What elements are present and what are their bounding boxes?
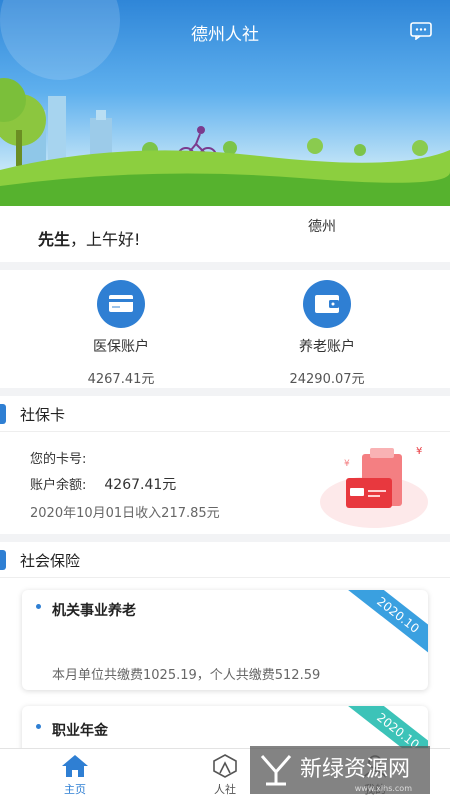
home-icon (62, 755, 88, 777)
watermark: 新绿资源网 www.xlhs.com (250, 746, 430, 794)
tab-label: 人社 (214, 783, 236, 796)
balance-label: 账户余额: (30, 478, 87, 493)
medical-account[interactable]: 医保账户 4267.41元 (46, 280, 196, 387)
pension-account-label: 养老账户 (299, 339, 355, 355)
section-header: 社保卡 (0, 396, 450, 432)
insurance-item-detail: 本月单位共缴费1025.19，个人共缴费512.59 (52, 668, 321, 683)
message-icon[interactable] (410, 22, 432, 40)
accounts-panel: 医保账户 4267.41元 养老账户 24290.07元 (0, 270, 450, 388)
section-title: 社会保险 (20, 552, 81, 570)
city-label[interactable]: 德州 (308, 216, 336, 236)
insurance-item-name: 职业年金 (52, 723, 108, 739)
balance-value: 4267.41元 (104, 477, 177, 493)
greeting: 先生，上午好! (38, 226, 140, 250)
tab-home[interactable]: 主页 (30, 753, 120, 797)
section-accent-bar (0, 550, 6, 570)
income-note: 2020年10月01日收入217.85元 (30, 506, 220, 521)
card-icon (97, 280, 145, 328)
medical-account-value: 4267.41元 (87, 372, 155, 387)
greeting-text: ，上午好! (70, 230, 141, 249)
social-card-section[interactable]: 社保卡 您的卡号: 账户余额: 4267.41元 2020年10月01日收入217… (0, 396, 450, 534)
section-header: 社会保险 (0, 542, 450, 578)
pension-account[interactable]: 养老账户 24290.07元 (252, 280, 402, 387)
watermark-sub: www.xlhs.com (354, 784, 412, 793)
medical-account-label: 医保账户 (93, 339, 149, 355)
section-title: 社保卡 (20, 406, 66, 424)
bullet-dot-icon (36, 724, 41, 729)
wallet-icon (303, 280, 351, 328)
insurance-item[interactable]: 机关事业养老 本月单位共缴费1025.19，个人共缴费512.59 2020.1… (22, 590, 428, 690)
card-number-row: 您的卡号: (30, 448, 86, 467)
person-icon (213, 754, 237, 778)
pension-account-value: 24290.07元 (289, 372, 365, 387)
svg-text:¥: ¥ (416, 446, 422, 457)
watermark-text: 新绿资源网 (300, 757, 411, 782)
header-banner: 德州人社 (0, 0, 450, 206)
watermark-logo-icon (260, 755, 292, 786)
date-ribbon: 2020.10 (343, 590, 428, 661)
card-number-label: 您的卡号: (30, 452, 87, 467)
app-title: 德州人社 (191, 25, 259, 45)
insurance-item-name: 机关事业养老 (52, 603, 136, 619)
card-illustration-icon: ¥ ¥ (320, 446, 428, 528)
svg-text:¥: ¥ (344, 459, 350, 469)
section-accent-bar (0, 404, 6, 424)
insurance-section: 社会保险 机关事业养老 本月单位共缴费1025.19，个人共缴费512.59 2… (0, 542, 450, 776)
bullet-dot-icon (36, 604, 41, 609)
balance-row: 账户余额: 4267.41元 (30, 474, 176, 494)
greeting-bar: 先生，上午好! 德州 (0, 206, 450, 262)
tab-label: 主页 (64, 783, 86, 796)
user-name: 先生 (38, 230, 71, 249)
